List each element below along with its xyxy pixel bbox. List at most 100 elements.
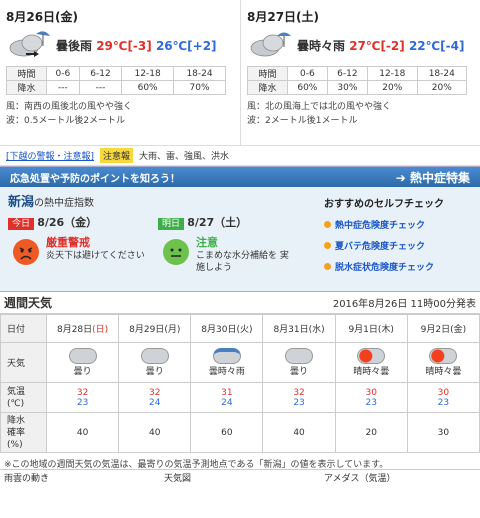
warnings-link[interactable]: [下越の警報・注意報] — [6, 149, 94, 162]
today-low-diff: [+2] — [187, 38, 217, 53]
tomorrow-wind: 風：北の風海上では北の風やや強く — [247, 102, 392, 112]
pop-cell: 40 — [45, 412, 120, 453]
date-row: 日付 8月28日(日) 8月29日(月) 8月30日(火) 8月31日(水) 9… — [0, 314, 480, 343]
rain-cell: 60% — [121, 80, 175, 95]
rain-cell: 20% — [367, 80, 418, 95]
tomorrow-date: 8月27日(土) — [247, 10, 320, 24]
row-label-date: 日付 — [0, 314, 47, 343]
bullet-icon — [324, 221, 331, 228]
weekly-updated: 2016年8月26日 11時00分発表 — [332, 299, 476, 310]
check-link-summer-fatigue[interactable]: 夏バテ危険度チェック — [324, 239, 474, 252]
weekly-note: ※この地域の週間天気の気温は、最寄りの気温予測地点である「新潟」の値を表示してい… — [4, 460, 389, 470]
rain-cell: --- — [78, 80, 123, 95]
feature-link[interactable]: ➔ 熱中症特集 — [396, 169, 470, 186]
check-label: 熱中症危険度チェック — [335, 221, 426, 231]
today-rain-table: 時間 0-6 6-12 12-18 18-24 降水 --- --- 60% 7… — [6, 66, 226, 95]
period-cell: 12-18 — [367, 66, 418, 81]
period-cell: 0-6 — [46, 66, 80, 81]
check-link-dehydration[interactable]: 脱水症状危険度チェック — [324, 260, 474, 273]
check-label: 夏バテ危険度チェック — [335, 242, 426, 252]
today-heat-card: 今日 8/26（金） 厳重警戒 炎天下は避けてください — [8, 214, 158, 290]
cloud-umbrella-icon — [212, 348, 241, 364]
weather-cell: 晴時々曇 — [334, 342, 408, 383]
date-cell: 8月30日(火) — [190, 314, 264, 343]
calm-face-icon — [162, 238, 190, 266]
feature-label: 熱中症特集 — [409, 170, 470, 185]
footer-amedas-link[interactable]: アメダス（気温） — [324, 471, 396, 484]
heatstroke-banner[interactable]: 応急処置や予防のポイントを知ろう！ ➔ 熱中症特集 — [0, 167, 480, 187]
today-condition: 曇後雨 — [56, 38, 93, 53]
row-label-pop: 降水 確率 (%) — [0, 412, 47, 453]
tomorrow-heat-date: 8/27（土） — [187, 216, 248, 229]
tomorrow-heat-card: 明日 8/27（土） 注意 こまめな水分補給を 実施しよう — [158, 214, 298, 290]
today-date: 8月26日(金) — [6, 10, 79, 24]
pop-cell: 30 — [406, 412, 480, 453]
advisory-items: 大雨、雷、強風、洪水 — [139, 152, 230, 162]
today-tag: 今日 — [8, 218, 35, 230]
tomorrow-heat-level: 注意 — [196, 236, 218, 249]
self-check-title: おすすめのセルフチェック — [324, 199, 444, 210]
temp-cell: 30 23 — [334, 382, 408, 413]
rain-header: 降水 — [247, 80, 288, 95]
tomorrow-tag: 明日 — [158, 218, 185, 230]
rain-cell: 70% — [173, 80, 226, 95]
weather-cell: 曇り — [262, 342, 336, 383]
temp-cell: 32 23 — [45, 382, 120, 413]
daily-forecast: 8月26日(金) 曇後雨 29℃[-3] 26℃[+2] 時間 0-6 6-12… — [0, 0, 480, 146]
rain-header: 降水 — [6, 80, 47, 95]
period-cell: 18-24 — [416, 66, 468, 81]
cloud-rain-icon — [6, 30, 52, 60]
self-check-panel: おすすめのセルフチェック 熱中症危険度チェック 夏バテ危険度チェック 脱水症状危… — [324, 191, 474, 273]
footer-radar-link[interactable]: 雨雲の動き — [4, 471, 164, 484]
rain-cell: 60% — [287, 80, 328, 95]
today-wave: 波：0.5メートル後2メートル — [6, 116, 126, 126]
today-heat-date: 8/26（金） — [37, 216, 98, 229]
check-link-heatstroke[interactable]: 熱中症危険度チェック — [324, 218, 474, 231]
date-cell: 8月29日(月) — [118, 314, 192, 343]
bullet-icon — [324, 242, 331, 249]
tomorrow-high-diff: [-2] — [380, 38, 405, 53]
warnings-bar: [下越の警報・注意報] 注意報 大雨、雷、強風、洪水 — [0, 146, 480, 166]
heat-location: 新潟 — [8, 195, 35, 210]
weather-cell: 曇時々雨 — [190, 342, 264, 383]
cloud-icon — [68, 348, 97, 364]
weekly-title: 週間天気 — [4, 296, 53, 310]
pop-cell: 20 — [334, 412, 408, 453]
temp-cell: 31 24 — [190, 382, 264, 413]
pop-cell: 40 — [118, 412, 192, 453]
weather-cell: 曇り — [45, 342, 120, 383]
date-cell: 9月1日(木) — [334, 314, 408, 343]
today-high: 29℃ — [96, 38, 128, 53]
check-label: 脱水症状危険度チェック — [335, 263, 435, 273]
today-low: 26℃ — [155, 38, 188, 53]
sun-cloud-icon — [429, 348, 458, 364]
weather-row: 天気 曇り 曇り 曇時々雨 曇り 晴時々曇 晴時々曇 — [0, 342, 480, 383]
row-label-temp: 気温 (℃) — [0, 382, 47, 413]
period-cell: 6-12 — [78, 66, 123, 81]
tomorrow-heat-msg: こまめな水分補給を 実施しよう — [196, 251, 289, 273]
tomorrow-low-diff: [-4] — [440, 38, 465, 53]
weekly-table: 日付 8月28日(日) 8月29日(月) 8月30日(火) 8月31日(水) 9… — [0, 314, 480, 453]
today-heat-level: 厳重警戒 — [46, 236, 90, 249]
period-cell: 12-18 — [121, 66, 175, 81]
heatstroke-panel: 応急処置や予防のポイントを知ろう！ ➔ 熱中症特集 新潟の熱中症指数 今日 8/… — [0, 166, 480, 292]
footer-chart-link[interactable]: 天気図 — [164, 471, 324, 484]
temp-row: 気温 (℃) 32 23 32 24 31 24 32 23 30 23 30 23 — [0, 382, 480, 413]
time-header: 時間 — [6, 66, 47, 81]
weather-cell: 晴時々曇 — [406, 342, 480, 383]
cloud-icon — [140, 348, 169, 364]
advisory-badge: 注意報 — [100, 148, 134, 163]
today-wind: 風：南西の風後北の風やや強く — [6, 102, 133, 112]
tomorrow-condition: 曇時々雨 — [297, 38, 346, 53]
pop-row: 降水 確率 (%) 40 40 60 40 20 30 — [0, 412, 480, 453]
period-cell: 6-12 — [326, 66, 369, 81]
rain-cell: 20% — [416, 80, 468, 95]
rain-cell: 30% — [326, 80, 369, 95]
pop-cell: 40 — [262, 412, 336, 453]
sun-cloud-icon — [357, 348, 386, 364]
date-cell: 8月28日(日) — [45, 314, 120, 343]
cloud-icon — [285, 348, 314, 364]
angry-face-icon — [12, 238, 40, 266]
banner-text: 応急処置や予防のポイントを知ろう！ — [10, 173, 180, 185]
pop-cell: 60 — [190, 412, 264, 453]
